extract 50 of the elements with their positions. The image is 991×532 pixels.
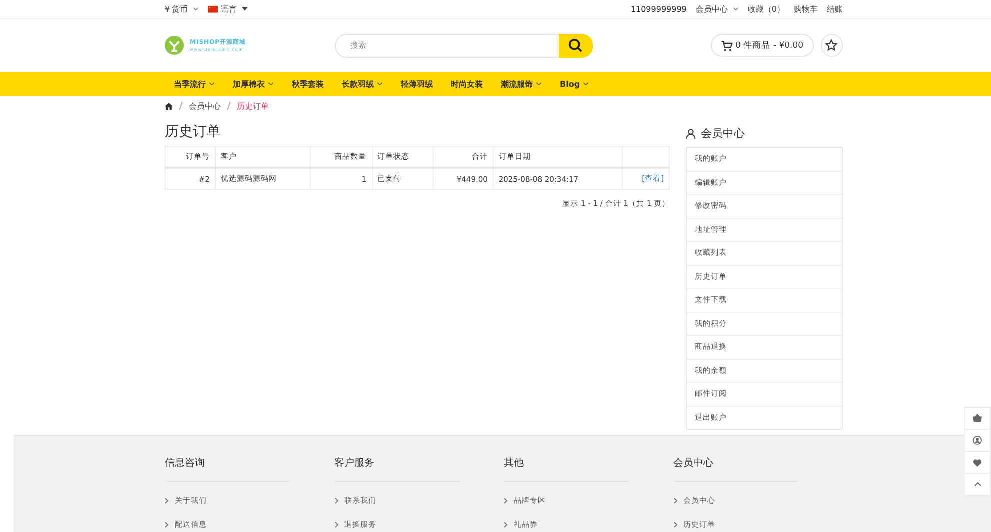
nav-item[interactable]: 时尚女装 — [442, 78, 492, 90]
account-menu[interactable]: 会员中心 — [696, 4, 739, 14]
basket-icon — [973, 414, 982, 423]
breadcrumb-link[interactable]: 历史订单 — [237, 100, 269, 112]
user-icon — [686, 128, 696, 138]
nav-item[interactable]: 长款羽绒 — [333, 78, 392, 90]
footer-heading: 客户服务 — [334, 456, 460, 482]
cart-button[interactable]: 0 件商品 - ¥0.00 — [710, 34, 814, 57]
search-button[interactable] — [558, 34, 593, 58]
breadcrumb-separator — [227, 102, 231, 110]
heart-icon — [973, 458, 982, 466]
chevron-icon — [732, 7, 739, 11]
nav-item[interactable]: 秋季套装 — [283, 78, 333, 90]
cart-icon — [720, 40, 733, 52]
search-field[interactable]: 搜索 — [335, 34, 559, 58]
footer-heading: 信息咨询 — [165, 456, 290, 482]
breadcrumb-link[interactable]: 会员中心 — [189, 100, 221, 112]
phone-number: 11099999999 — [630, 4, 687, 14]
user-icon — [973, 436, 982, 445]
nav-item[interactable]: 加厚棉衣 — [224, 78, 283, 90]
sidebar-title: 会员中心 — [701, 126, 745, 141]
currency-menu[interactable]: ¥ 货币 — [165, 4, 200, 14]
nav-item[interactable]: 轻薄羽绒 — [392, 78, 442, 90]
chevron-icon — [674, 522, 678, 528]
language-menu[interactable]: 语言 — [208, 4, 248, 14]
star-icon — [825, 39, 838, 52]
favorites-button[interactable] — [820, 34, 843, 57]
search-icon — [568, 38, 584, 53]
flag-icon — [208, 6, 218, 12]
chevron-icon — [165, 498, 169, 504]
caret-icon — [242, 7, 248, 11]
chevron-icon — [334, 498, 338, 504]
wishlist-link[interactable]: 收藏（0） — [748, 4, 785, 14]
chevron-icon — [334, 522, 338, 528]
nav-item[interactable]: 当季流行 — [165, 78, 224, 90]
nav-item[interactable]: 潮流服饰 — [492, 78, 551, 90]
chevron-icon — [504, 498, 508, 504]
home-icon[interactable] — [165, 102, 173, 110]
nav-item[interactable]: Blog — [551, 80, 598, 88]
checkout-link[interactable]: 结账 — [827, 4, 843, 14]
chevron-icon — [504, 522, 508, 528]
footer-heading: 会员中心 — [674, 456, 798, 482]
chevron-icon — [193, 7, 200, 11]
chevron-icon — [974, 482, 982, 487]
breadcrumb-separator — [179, 102, 183, 110]
chevron-icon — [165, 522, 169, 528]
page-title: 历史订单 — [165, 123, 222, 141]
chevron-icon — [674, 498, 678, 504]
footer-heading: 其他 — [504, 456, 629, 482]
cart-link[interactable]: 购物车 — [794, 4, 818, 14]
